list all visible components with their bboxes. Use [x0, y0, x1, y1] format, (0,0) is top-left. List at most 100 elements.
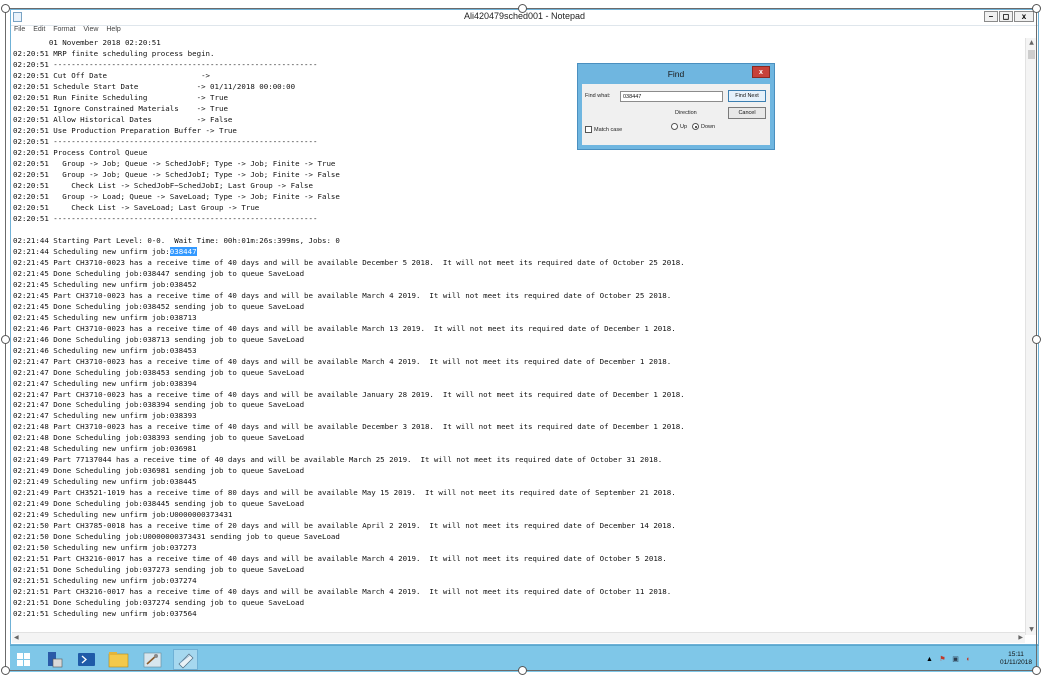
- resize-handle-bottom-left[interactable]: [1, 666, 10, 675]
- menu-help[interactable]: Help: [106, 26, 120, 33]
- resize-handle-top-center[interactable]: [518, 4, 527, 13]
- start-button[interactable]: [11, 649, 36, 670]
- document-line[interactable]: 02:20:51 -------------------------------…: [13, 214, 318, 223]
- match-case-checkbox[interactable]: [585, 126, 592, 133]
- document-line[interactable]: 02:21:45 Done Scheduling job:038447 send…: [13, 269, 304, 278]
- document-line[interactable]: 02:21:51 Done Scheduling job:037274 send…: [13, 598, 304, 607]
- find-next-button[interactable]: Find Next: [728, 90, 766, 102]
- document-line[interactable]: 02:21:46 Scheduling new unfirm job:03845…: [13, 346, 197, 355]
- resize-handle-top-right[interactable]: [1032, 4, 1041, 13]
- resize-handle-top-left[interactable]: [1, 4, 10, 13]
- document-line[interactable]: 02:20:51 Check List -> SchedJobF~SchedJo…: [13, 181, 313, 190]
- document-line[interactable]: 02:21:51 Scheduling new unfirm job:03727…: [13, 576, 197, 585]
- document-line[interactable]: 02:20:51 Group -> Load; Queue -> SaveLoa…: [13, 192, 340, 201]
- start-icon: [17, 653, 30, 666]
- document-line[interactable]: 01 November 2018 02:20:51: [13, 38, 161, 47]
- find-what-input[interactable]: 038447: [620, 91, 723, 102]
- document-line[interactable]: 02:21:50 Done Scheduling job:U0000000373…: [13, 532, 340, 541]
- clock-time: 15:11: [1008, 651, 1024, 658]
- document-line[interactable]: 02:21:51 Part CH3216-0017 has a receive …: [13, 587, 671, 596]
- document-line[interactable]: 02:20:51 Schedule Start Date -> 01/11/20…: [13, 82, 295, 91]
- document-line[interactable]: 02:20:51 Ignore Constrained Materials ->…: [13, 104, 228, 113]
- server-manager-icon: [48, 652, 63, 668]
- document-line[interactable]: 02:20:51 Check List -> SaveLoad; Last Gr…: [13, 203, 259, 212]
- horizontal-scrollbar[interactable]: ◀ ▶: [12, 632, 1025, 643]
- taskbar-tools[interactable]: [140, 649, 165, 670]
- document-text[interactable]: 01 November 2018 02:20:51 02:20:51 MRP f…: [13, 38, 1027, 620]
- document-line[interactable]: 02:20:51 -------------------------------…: [13, 60, 318, 69]
- document-line[interactable]: 02:21:51 Part CH3216-0017 has a receive …: [13, 554, 667, 563]
- selected-text-highlight[interactable]: 038447: [169, 246, 197, 256]
- menu-bar: File Edit Format View Help: [11, 26, 1038, 37]
- find-dialog-title: Find: [667, 69, 685, 79]
- document-line[interactable]: 02:21:51 Scheduling new unfirm job:03756…: [13, 609, 197, 618]
- document-line[interactable]: 02:21:47 Part CH3710-0023 has a receive …: [13, 357, 671, 366]
- menu-file[interactable]: File: [14, 26, 25, 33]
- find-dialog: Find x Find what: 038447 Find Next Cance…: [577, 63, 775, 150]
- maximize-button[interactable]: ◻: [999, 11, 1013, 22]
- scroll-right-arrow-icon[interactable]: ▶: [1018, 634, 1023, 641]
- document-line[interactable]: 02:21:49 Scheduling new unfirm job:03844…: [13, 477, 197, 486]
- taskbar-powershell[interactable]: [74, 649, 99, 670]
- document-line[interactable]: 02:20:51 Group -> Job; Queue -> SchedJob…: [13, 159, 335, 168]
- document-line[interactable]: 02:21:49 Done Scheduling job:038445 send…: [13, 499, 304, 508]
- close-button[interactable]: x: [1014, 11, 1034, 22]
- document-line[interactable]: 02:21:50 Scheduling new unfirm job:03727…: [13, 543, 197, 552]
- document-line[interactable]: 02:21:45 Done Scheduling job:038452 send…: [13, 302, 304, 311]
- minimize-button[interactable]: –: [984, 11, 998, 22]
- taskbar-server-manager[interactable]: [41, 649, 66, 670]
- resize-handle-bottom-right[interactable]: [1032, 666, 1041, 675]
- network-icon[interactable]: ▣: [951, 655, 960, 664]
- document-line[interactable]: 02:21:48 Part CH3710-0023 has a receive …: [13, 422, 685, 431]
- document-line[interactable]: 02:21:49 Scheduling new unfirm job:U0000…: [13, 510, 232, 519]
- menu-edit[interactable]: Edit: [33, 26, 45, 33]
- cancel-button[interactable]: Cancel: [728, 107, 766, 119]
- document-line[interactable]: 02:21:47 Scheduling new unfirm job:03839…: [13, 411, 197, 420]
- text-editor[interactable]: 01 November 2018 02:20:51 02:20:51 MRP f…: [13, 38, 1027, 634]
- document-line[interactable]: 02:21:45 Part CH3710-0023 has a receive …: [13, 291, 671, 300]
- document-line[interactable]: 02:21:49 Part CH3521-1019 has a receive …: [13, 488, 676, 497]
- system-tray: ▲ ⚑ ▣ ◐ 15:11 01/11/2018: [923, 649, 1033, 670]
- document-line[interactable]: 02:20:51 Run Finite Scheduling -> True: [13, 93, 228, 102]
- document-line[interactable]: 02:20:51 -------------------------------…: [13, 137, 318, 146]
- resize-handle-middle-right[interactable]: [1032, 335, 1041, 344]
- document-line[interactable]: 02:21:51 Done Scheduling job:037273 send…: [13, 565, 304, 574]
- find-dialog-close-button[interactable]: x: [752, 66, 770, 78]
- document-line[interactable]: 02:21:48 Done Scheduling job:038393 send…: [13, 433, 304, 442]
- document-line[interactable]: 02:20:51 Process Control Queue: [13, 148, 147, 157]
- document-line[interactable]: 02:20:51 Group -> Job; Queue -> SchedJob…: [13, 170, 340, 179]
- document-line[interactable]: 02:21:47 Scheduling new unfirm job:03839…: [13, 379, 197, 388]
- document-line[interactable]: 02:21:47 Done Scheduling job:038394 send…: [13, 400, 304, 409]
- resize-handle-bottom-center[interactable]: [518, 666, 527, 675]
- document-line[interactable]: 02:21:44 Starting Part Level: 0-0. Wait …: [13, 236, 340, 245]
- document-line[interactable]: 02:21:46 Done Scheduling job:038713 send…: [13, 335, 304, 344]
- document-line[interactable]: 02:21:45 Scheduling new unfirm job:03845…: [13, 280, 197, 289]
- document-line[interactable]: 02:21:44 Scheduling new unfirm job:03844…: [13, 246, 197, 256]
- document-line[interactable]: 02:21:49 Part 77137044 has a receive tim…: [13, 455, 662, 464]
- document-line[interactable]: 02:21:47 Done Scheduling job:038453 send…: [13, 368, 304, 377]
- direction-up-radio[interactable]: [671, 123, 678, 130]
- vertical-scroll-thumb[interactable]: [1028, 50, 1035, 59]
- menu-view[interactable]: View: [83, 26, 98, 33]
- taskbar-file-explorer[interactable]: [106, 649, 131, 670]
- show-hidden-icons-icon[interactable]: ▲: [925, 655, 934, 664]
- document-line[interactable]: 02:21:45 Part CH3710-0023 has a receive …: [13, 258, 685, 267]
- direction-down-radio[interactable]: [692, 123, 699, 130]
- action-center-flag-icon[interactable]: ⚑: [938, 655, 947, 664]
- document-line[interactable]: 02:21:50 Part CH3785-0018 has a receive …: [13, 521, 676, 530]
- document-line[interactable]: 02:20:51 MRP finite scheduling process b…: [13, 49, 215, 58]
- scroll-left-arrow-icon[interactable]: ◀: [14, 634, 19, 641]
- taskbar-clock[interactable]: 15:11 01/11/2018: [999, 651, 1033, 667]
- document-line[interactable]: 02:21:46 Part CH3710-0023 has a receive …: [13, 324, 676, 333]
- document-line[interactable]: 02:21:49 Done Scheduling job:036981 send…: [13, 466, 304, 475]
- taskbar-notepad[interactable]: [173, 649, 198, 670]
- document-line[interactable]: 02:20:51 Allow Historical Dates -> False: [13, 115, 232, 124]
- document-line[interactable]: 02:20:51 Cut Off Date ->: [13, 71, 210, 80]
- document-line[interactable]: 02:20:51 Use Production Preparation Buff…: [13, 126, 237, 135]
- document-line[interactable]: 02:21:47 Part CH3710-0023 has a receive …: [13, 390, 685, 399]
- document-line[interactable]: 02:21:48 Scheduling new unfirm job:03698…: [13, 444, 197, 453]
- document-line[interactable]: 02:21:45 Scheduling new unfirm job:03871…: [13, 313, 197, 322]
- resize-handle-middle-left[interactable]: [1, 335, 10, 344]
- menu-format[interactable]: Format: [53, 26, 75, 33]
- volume-icon[interactable]: ◐: [964, 655, 973, 664]
